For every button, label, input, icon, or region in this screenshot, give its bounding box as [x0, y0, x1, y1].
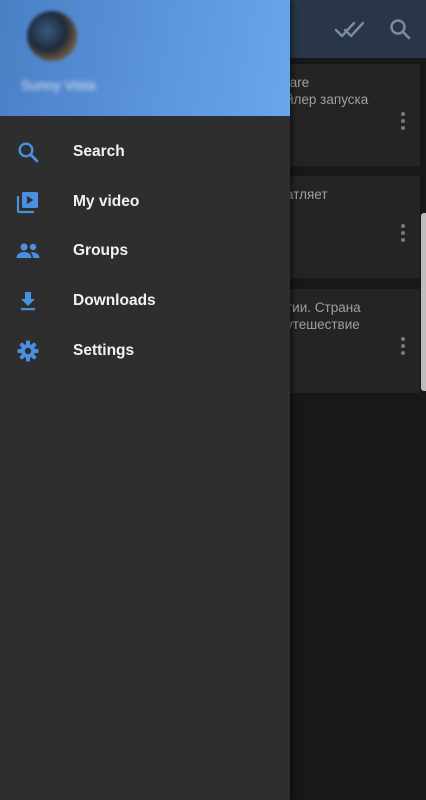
download-icon [15, 288, 41, 314]
drawer-header: Sunny Vista [0, 0, 290, 116]
user-name: Sunny Vista [21, 77, 96, 93]
menu-item-groups[interactable]: Groups [0, 226, 290, 276]
groups-icon [15, 238, 41, 264]
menu-item-label: Groups [73, 242, 129, 260]
menu-item-downloads[interactable]: Downloads [0, 276, 290, 326]
menu-item-my-video[interactable]: My video [0, 177, 290, 227]
menu-item-label: Downloads [73, 291, 156, 309]
screen: fare йлер запуска атляет тии. Страна уте… [0, 0, 426, 800]
menu-item-label: Search [73, 142, 125, 160]
menu-item-label: Settings [73, 341, 135, 359]
avatar[interactable] [27, 11, 77, 61]
drawer-menu: Search My video Groups Downloads Setting… [0, 127, 290, 375]
video-library-icon [15, 189, 41, 215]
settings-gear-icon [15, 338, 41, 364]
menu-item-search[interactable]: Search [0, 127, 290, 177]
drawer-scrim[interactable] [290, 0, 426, 800]
navigation-drawer: Sunny Vista Search My video Groups Downl… [0, 0, 290, 800]
menu-item-settings[interactable]: Settings [0, 326, 290, 376]
menu-item-label: My video [73, 192, 140, 210]
search-icon [15, 139, 41, 165]
